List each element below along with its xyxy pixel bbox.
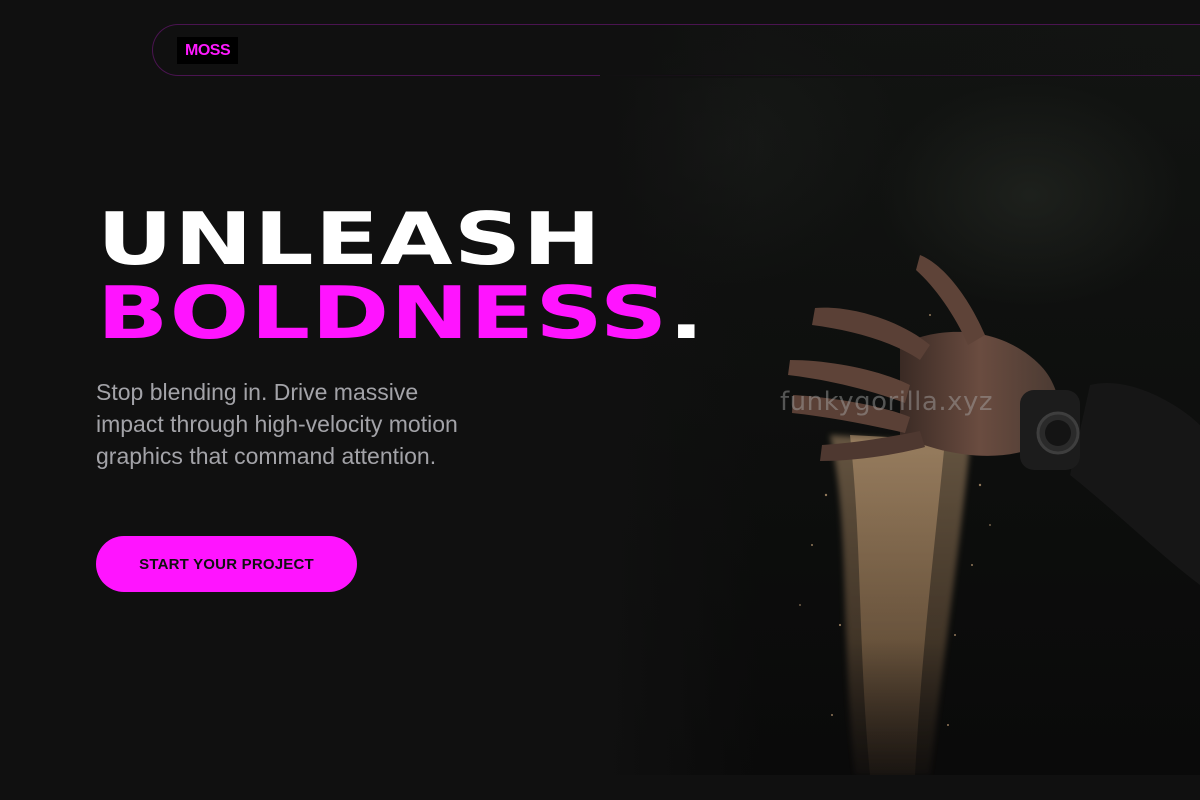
hero-headline: UNLEASH BOLDNESS. bbox=[97, 202, 705, 350]
nav-bar bbox=[152, 24, 1200, 76]
hero-image: funkygorilla.xyz bbox=[600, 25, 1200, 775]
headline-line-2: BOLDNESS bbox=[97, 271, 669, 355]
image-fade bbox=[600, 25, 760, 775]
nav-bar-fade bbox=[600, 74, 1200, 78]
landing-page: funkygorilla.xyz MOSS UNLEASH BOLDNESS. S… bbox=[0, 0, 1200, 800]
brand-logo[interactable]: MOSS bbox=[177, 37, 239, 64]
headline-line-1: UNLEASH bbox=[97, 197, 603, 281]
watermark-text: funkygorilla.xyz bbox=[780, 387, 994, 417]
headline-period: . bbox=[668, 271, 706, 355]
start-project-button[interactable]: START YOUR PROJECT bbox=[96, 536, 357, 592]
hero-subtitle: Stop blending in. Drive massive impact t… bbox=[96, 379, 458, 469]
